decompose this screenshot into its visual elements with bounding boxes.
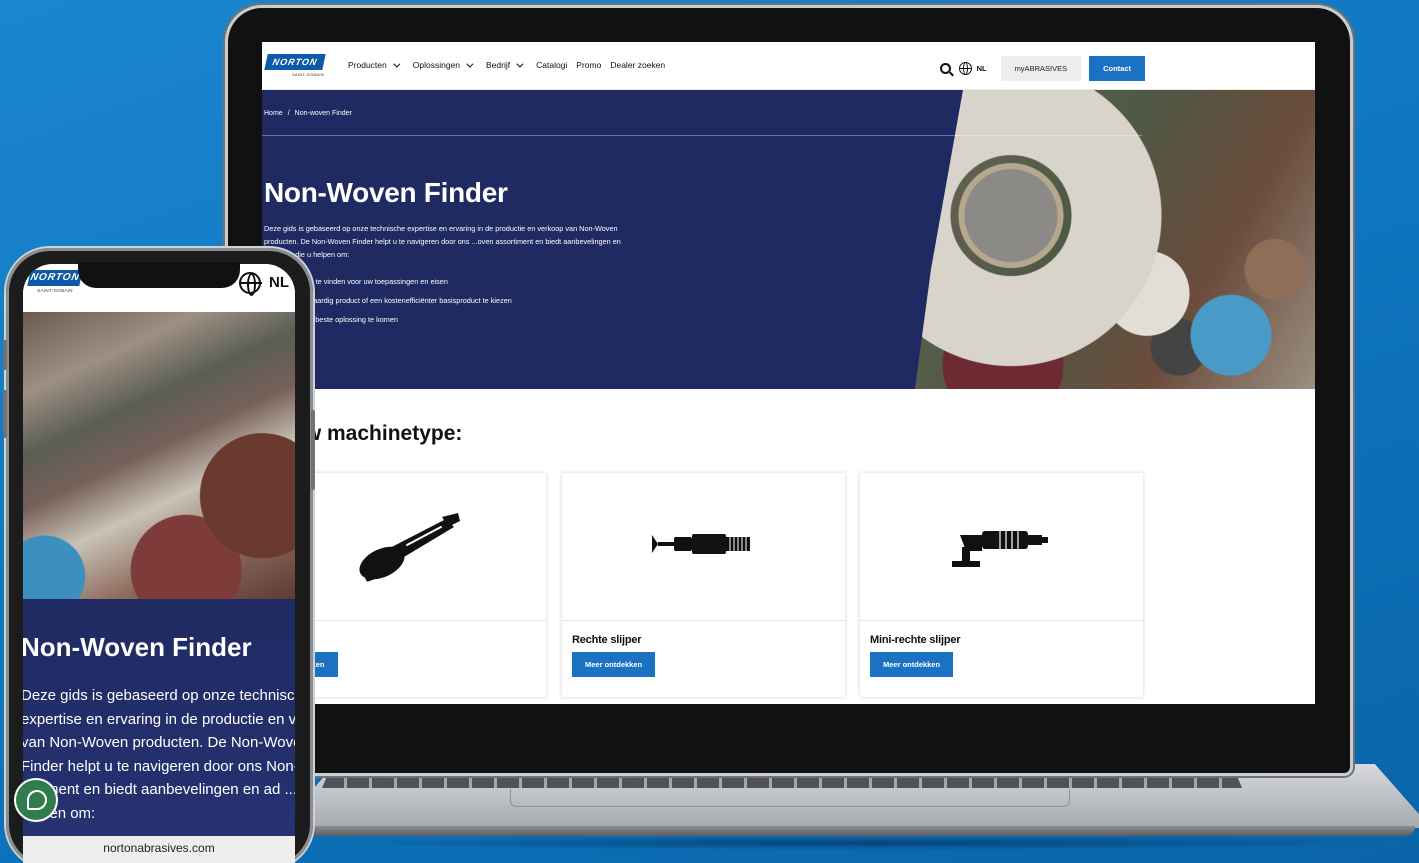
hero-intro: Deze gids is gebaseerd op onze technisch… <box>23 687 295 822</box>
menu-oplossingen[interactable]: Oplossingen <box>413 60 477 70</box>
laptop-screen: NORTON SAINT-GOBAIN Producten Oplossinge… <box>262 42 1315 704</box>
search-icon[interactable] <box>939 63 951 74</box>
card-title: Mini-rechte slijper <box>870 634 961 646</box>
globe-icon[interactable] <box>239 272 262 296</box>
menu-label: Bedrijf <box>486 60 511 70</box>
phone-side-button <box>3 390 7 438</box>
laptop-trackpad <box>510 789 1070 807</box>
main-menu: Producten Oplossingen Bedrijf Catalogi P… <box>348 60 665 70</box>
chevron-down-icon <box>516 60 524 68</box>
machine-section-heading: uw machinetype: <box>292 422 463 445</box>
menu-label: Producten <box>348 60 387 70</box>
breadcrumb-current: Non-woven Finder <box>294 110 352 117</box>
mini-straight-grinder-icon <box>952 531 1048 567</box>
page-title: Non-Woven Finder <box>264 177 508 208</box>
hero-banner: Home / Non-woven Finder Non-Woven Finder… <box>262 90 1315 389</box>
logo-subtitle: SAINT-GOBAIN <box>37 288 73 293</box>
machine-card-straight-grinder[interactable]: Rechte slijper Meer ontdekken <box>562 473 845 697</box>
machine-card-mini-straight-grinder[interactable]: Mini-rechte slijper Meer ontdekken <box>860 473 1143 697</box>
cookie-settings-icon[interactable] <box>16 780 56 820</box>
phone-side-button <box>3 340 7 370</box>
address-url: nortonabrasives.com <box>103 841 215 855</box>
straight-grinder-icon <box>652 534 750 554</box>
card-discover-button[interactable]: Meer ontdekken <box>572 652 656 677</box>
card-image <box>562 473 845 621</box>
breadcrumb-separator: / <box>287 110 290 117</box>
site-navbar: NORTON SAINT-GOBAIN Producten Oplossinge… <box>262 42 1315 90</box>
angle-grinder-icon <box>359 513 460 582</box>
breadcrumb-home[interactable]: Home <box>264 110 283 117</box>
laptop-shadow <box>320 836 1400 850</box>
logo-wordmark: NORTON <box>264 54 326 70</box>
phone-hero: Non-Woven Finder Deze gids is gebaseerd … <box>23 599 295 860</box>
nav-actions: NL myABRASIVES Contact <box>939 56 1145 81</box>
breadcrumb: Home / Non-woven Finder <box>264 110 352 117</box>
norton-logo[interactable]: NORTON SAINT-GOBAIN <box>264 54 326 78</box>
menu-catalogi[interactable]: Catalogi <box>536 60 567 70</box>
menu-dealer-zoeken[interactable]: Dealer zoeken <box>610 60 665 70</box>
card-title: Rechte slijper <box>572 634 642 646</box>
phone-side-button <box>311 410 315 490</box>
menu-producten[interactable]: Producten <box>348 60 404 70</box>
chevron-down-icon <box>466 60 474 68</box>
hero-intro: Deze gids is gebaseerd op onze technisch… <box>264 224 621 259</box>
browser-address-bar[interactable]: nortonabrasives.com <box>23 836 295 863</box>
card-image <box>860 473 1143 621</box>
chevron-down-icon <box>393 60 401 68</box>
norton-logo[interactable]: NORTON SAINT-GOBAIN <box>27 270 83 293</box>
hero-divider <box>262 135 1142 136</box>
myabrasives-button[interactable]: myABRASIVES <box>1000 56 1082 81</box>
language-selector[interactable]: NL <box>269 274 289 291</box>
phone-notch <box>78 262 240 288</box>
menu-label: Oplossingen <box>412 60 461 70</box>
laptop-bezel <box>262 704 1315 764</box>
card-discover-button[interactable]: Meer ontdekken <box>870 652 954 677</box>
phone-hero-photo <box>23 312 295 599</box>
menu-bedrijf[interactable]: Bedrijf <box>486 60 527 70</box>
globe-icon[interactable] <box>958 62 972 75</box>
page-title: Non-Woven Finder <box>23 632 252 662</box>
language-selector[interactable]: NL <box>977 64 987 73</box>
menu-promo[interactable]: Promo <box>576 60 601 70</box>
logo-subtitle: SAINT-GOBAIN <box>291 72 324 77</box>
laptop-base <box>300 826 1415 836</box>
phone-screen: NORTON SAINT-GOBAIN NL Non-Woven Finder … <box>23 264 295 860</box>
contact-button[interactable]: Contact <box>1089 56 1145 81</box>
logo-wordmark: NORTON <box>27 270 83 286</box>
